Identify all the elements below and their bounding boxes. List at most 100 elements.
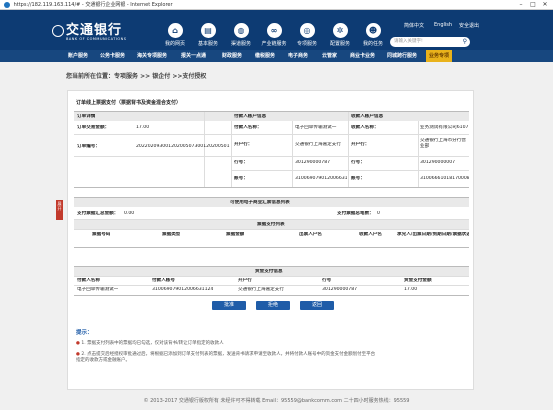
nav-label: 配置服务 bbox=[329, 41, 350, 47]
order-section-title: 订单线上票据支付（票据背书及资金混合支付） bbox=[76, 100, 182, 106]
lang-english-link[interactable]: English bbox=[434, 22, 452, 28]
funds-section-title: 资金支付信息 bbox=[255, 269, 283, 275]
back-button[interactable]: 返回 bbox=[300, 301, 334, 310]
target-icon: ◎ bbox=[299, 23, 315, 38]
footer: © 2013-2017 交通银行版权所有 未经许可不得转载 Email：9555… bbox=[143, 398, 410, 404]
nav-label: 我的任务 bbox=[362, 41, 383, 47]
menu-customs-declaration[interactable]: 报关一点通 bbox=[181, 50, 206, 62]
maximize-icon[interactable]: □ bbox=[527, 0, 539, 10]
ie-icon bbox=[4, 1, 10, 8]
funds-table: 资金支付信息 付款人名称 付款人账号 开户行 行号 资金支付金额 电子回单传输测… bbox=[74, 266, 469, 296]
reject-button[interactable]: 拒绝 bbox=[256, 301, 290, 310]
nav-label: 产业链服务 bbox=[261, 41, 287, 47]
lang-simplified-link[interactable]: 简体中文 bbox=[404, 22, 424, 29]
bills-list-title: 票据支付列表 bbox=[257, 222, 285, 228]
order-amount-value: 17.00 bbox=[136, 125, 150, 130]
divider bbox=[74, 187, 469, 188]
funds-col-payer-name: 付款人名称 bbox=[77, 278, 100, 283]
divider bbox=[231, 170, 469, 171]
gear-icon: ✲ bbox=[332, 23, 348, 38]
bills-col-status: 承兑人/出票日期/到期日期/票据状态 bbox=[397, 232, 469, 237]
order-no-value: 20220209300120200507300120200501 bbox=[136, 144, 230, 149]
divider bbox=[74, 285, 469, 286]
divider bbox=[74, 247, 469, 248]
funds-row-bank: 交通银行上海嘉定支行 bbox=[238, 287, 284, 292]
logo-mark-icon bbox=[52, 25, 64, 37]
globe-icon: ◍ bbox=[233, 23, 249, 38]
funds-row-payer-name: 电子回单传输测试一 bbox=[77, 287, 119, 292]
payer-account-value: 310069079012006631124 bbox=[295, 176, 347, 181]
divider bbox=[74, 156, 469, 157]
order-table: 订单详情 付款人账户信息 收款人账户信息 订单交易金额： 17.00 订单编号：… bbox=[74, 111, 469, 188]
payee-name-label: 收款人名称： bbox=[351, 125, 379, 130]
logo-text: 交通银行 bbox=[66, 23, 123, 38]
payee-bank-value: 交通银行上海市分行营业部 bbox=[420, 138, 466, 149]
bills-total-count-value: 0 bbox=[377, 211, 380, 216]
menu-official-card[interactable]: 公务卡服务 bbox=[100, 50, 125, 62]
logout-link[interactable]: 安全退出 bbox=[459, 22, 479, 29]
tip-text: 2. 点击提交后经授权审批通过后，将根据已添加到订单支付列表的票据，发送背书请求… bbox=[76, 352, 376, 363]
bills-col-drawer: 出票人户名 bbox=[299, 232, 322, 237]
tips-title: 提示： bbox=[76, 330, 93, 336]
payee-account-value: 310066610181700082259 bbox=[420, 176, 469, 181]
menu-interbank-service[interactable]: 同城跨行服务 bbox=[387, 50, 417, 62]
order-amount-label: 订单交易金额： bbox=[77, 125, 110, 130]
payer-bankno-label: 行号： bbox=[234, 160, 248, 165]
tip-text: 1. 票据支付列表中的票据均已勾选，仅对该背书/转让订单指定的收款人 bbox=[81, 341, 224, 346]
payer-bank-label: 开户行： bbox=[234, 142, 253, 147]
payer-name-label: 付款人名称： bbox=[234, 125, 262, 130]
menu-tax-service[interactable]: 缴税服务 bbox=[255, 50, 275, 62]
menu-account-service[interactable]: 账户服务 bbox=[68, 50, 88, 62]
search-placeholder: 请输入关键字! bbox=[394, 39, 423, 44]
nav-label: 我的网页 bbox=[164, 41, 185, 47]
order-detail-header: 订单详情 bbox=[77, 114, 96, 120]
window-title-bar: https://182.119.163.114/# - 交通银行企业网银 - I… bbox=[0, 0, 553, 10]
nav-label: 基本服务 bbox=[197, 41, 218, 47]
funds-col-bankno: 行号 bbox=[322, 278, 332, 283]
menu-special-business[interactable]: 业务专项 bbox=[426, 50, 453, 62]
bills-col-type: 票据类型 bbox=[162, 232, 181, 237]
funds-row-bankno: 301290000787 bbox=[322, 287, 358, 292]
search-icon[interactable]: ⚲ bbox=[463, 37, 467, 47]
payee-name-value: 业务测试有限公司6107 bbox=[420, 125, 469, 130]
close-icon[interactable]: ✕ bbox=[539, 0, 551, 10]
menu-cloud-manager[interactable]: 云管家 bbox=[322, 50, 337, 62]
payee-bank-label: 开户行： bbox=[351, 142, 370, 147]
divider bbox=[74, 229, 469, 230]
payee-account-label: 账号： bbox=[351, 176, 365, 181]
bills-total-amount-label: 支付票据汇总金额： bbox=[77, 211, 119, 216]
bills-col-number: 票据号码 bbox=[92, 232, 111, 237]
payer-account-label: 账号： bbox=[234, 176, 248, 181]
funds-col-payer-account: 付款人账号 bbox=[152, 278, 175, 283]
divider bbox=[348, 112, 349, 188]
divider bbox=[418, 121, 419, 188]
nav-label: 渠道服务 bbox=[230, 41, 251, 47]
approve-button[interactable]: 批准 bbox=[212, 301, 246, 310]
payer-bankno-value: 301290000787 bbox=[295, 160, 331, 165]
menu-business-card[interactable]: 商业卡业务 bbox=[350, 50, 375, 62]
tip-item: ● 1. 票据支付列表中的票据均已勾选，仅对该背书/转让订单指定的收款人 bbox=[76, 341, 224, 346]
funds-row-amount: 17.00 bbox=[404, 287, 418, 292]
funds-col-amount: 资金支付金额 bbox=[404, 278, 432, 283]
menu-customs-service[interactable]: 海关专项服务 bbox=[137, 50, 167, 62]
logo: 交通银行 BANK OF COMMUNICATIONS bbox=[52, 23, 127, 41]
header: 交通银行 BANK OF COMMUNICATIONS ⌂ 我的网页 ▤ 基本服务 … bbox=[0, 10, 553, 50]
divider bbox=[74, 134, 469, 135]
window-title: https://182.119.163.114/# - 交通银行企业网银 - I… bbox=[13, 2, 173, 8]
tip-item: ● 2. 点击提交后经授权审批通过后，将根据已添加到订单支付列表的票据，发送背书… bbox=[76, 352, 376, 363]
bills-col-payee: 收款人户名 bbox=[359, 232, 382, 237]
user-icon: ☻ bbox=[365, 23, 381, 38]
divider bbox=[74, 276, 469, 277]
payee-info-header: 收款人账户信息 bbox=[351, 114, 384, 120]
bills-col-amount: 票据金额 bbox=[226, 232, 245, 237]
menu-finance-service[interactable]: 财政服务 bbox=[222, 50, 242, 62]
search-input[interactable]: 请输入关键字! ⚲ bbox=[390, 37, 470, 47]
side-expand-tab[interactable]: 展开 bbox=[56, 200, 63, 220]
menu-ecommerce[interactable]: 电子商务 bbox=[288, 50, 308, 62]
payer-bank-value: 交通银行上海嘉定支行 bbox=[295, 142, 341, 147]
payee-bankno-label: 行号： bbox=[351, 160, 365, 165]
logo-english: BANK OF COMMUNICATIONS bbox=[66, 37, 127, 41]
order-table-header-bg bbox=[74, 112, 469, 121]
funds-row-payer-account: 310069079012006631124 bbox=[152, 287, 214, 292]
minimize-icon[interactable]: – bbox=[515, 0, 527, 10]
